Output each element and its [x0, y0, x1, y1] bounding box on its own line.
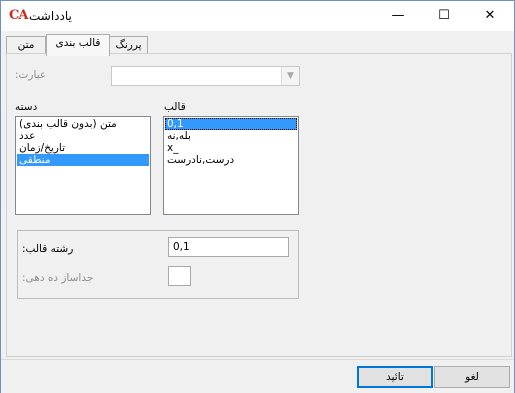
format-listbox[interactable]: 0,1 بله,نه x_ درست,نادرست	[163, 116, 299, 215]
note-dialog: CA یادداشت — ☐ ✕ متن قالب بندی پررنگ :عب…	[0, 0, 515, 393]
close-button[interactable]: ✕	[467, 1, 513, 31]
format-string-input[interactable]: 0,1	[168, 237, 289, 257]
format-item[interactable]: بله,نه	[165, 130, 297, 142]
category-item-selected[interactable]: منطقی	[17, 154, 149, 166]
format-label: قالب	[164, 101, 186, 113]
dialog-button-bar: تائید لغو	[1, 359, 514, 393]
format-options-group: :رشته قالب 0,1 :جداساز ده دهی	[17, 230, 299, 299]
category-item[interactable]: تاریخ/زمان	[17, 142, 149, 154]
decimal-separator-label: :جداساز ده دهی	[22, 272, 94, 284]
minimize-button[interactable]: —	[375, 1, 421, 31]
decimal-separator-input[interactable]	[168, 266, 191, 286]
maximize-button[interactable]: ☐	[421, 1, 467, 31]
expression-combobox[interactable]: ▼	[111, 66, 300, 86]
tab-bold[interactable]: پررنگ	[109, 36, 148, 54]
category-item[interactable]: متن (بدون قالب بندی)	[17, 118, 149, 130]
format-string-label: :رشته قالب	[22, 243, 74, 255]
dropdown-arrow-icon[interactable]: ▼	[281, 67, 299, 85]
close-icon: ✕	[484, 8, 496, 23]
tab-formatting[interactable]: قالب بندی	[46, 34, 110, 56]
expression-label: :عبارت	[15, 69, 47, 81]
app-logo-icon: CA	[9, 8, 28, 23]
format-item[interactable]: درست,نادرست	[165, 154, 297, 166]
cancel-button[interactable]: لغو	[434, 366, 510, 388]
category-item[interactable]: عدد	[17, 130, 149, 142]
minimize-icon: —	[391, 8, 405, 23]
format-item[interactable]: x_	[165, 142, 297, 154]
category-label: دسته	[15, 101, 38, 113]
category-listbox[interactable]: متن (بدون قالب بندی) عدد تاریخ/زمان منطق…	[15, 116, 151, 215]
format-item-selected[interactable]: 0,1	[165, 118, 297, 130]
title-bar: CA یادداشت — ☐ ✕	[1, 1, 514, 31]
ok-button[interactable]: تائید	[357, 366, 433, 388]
maximize-icon: ☐	[438, 8, 450, 23]
tab-text[interactable]: متن	[6, 36, 46, 54]
window-title: یادداشت	[29, 9, 72, 23]
